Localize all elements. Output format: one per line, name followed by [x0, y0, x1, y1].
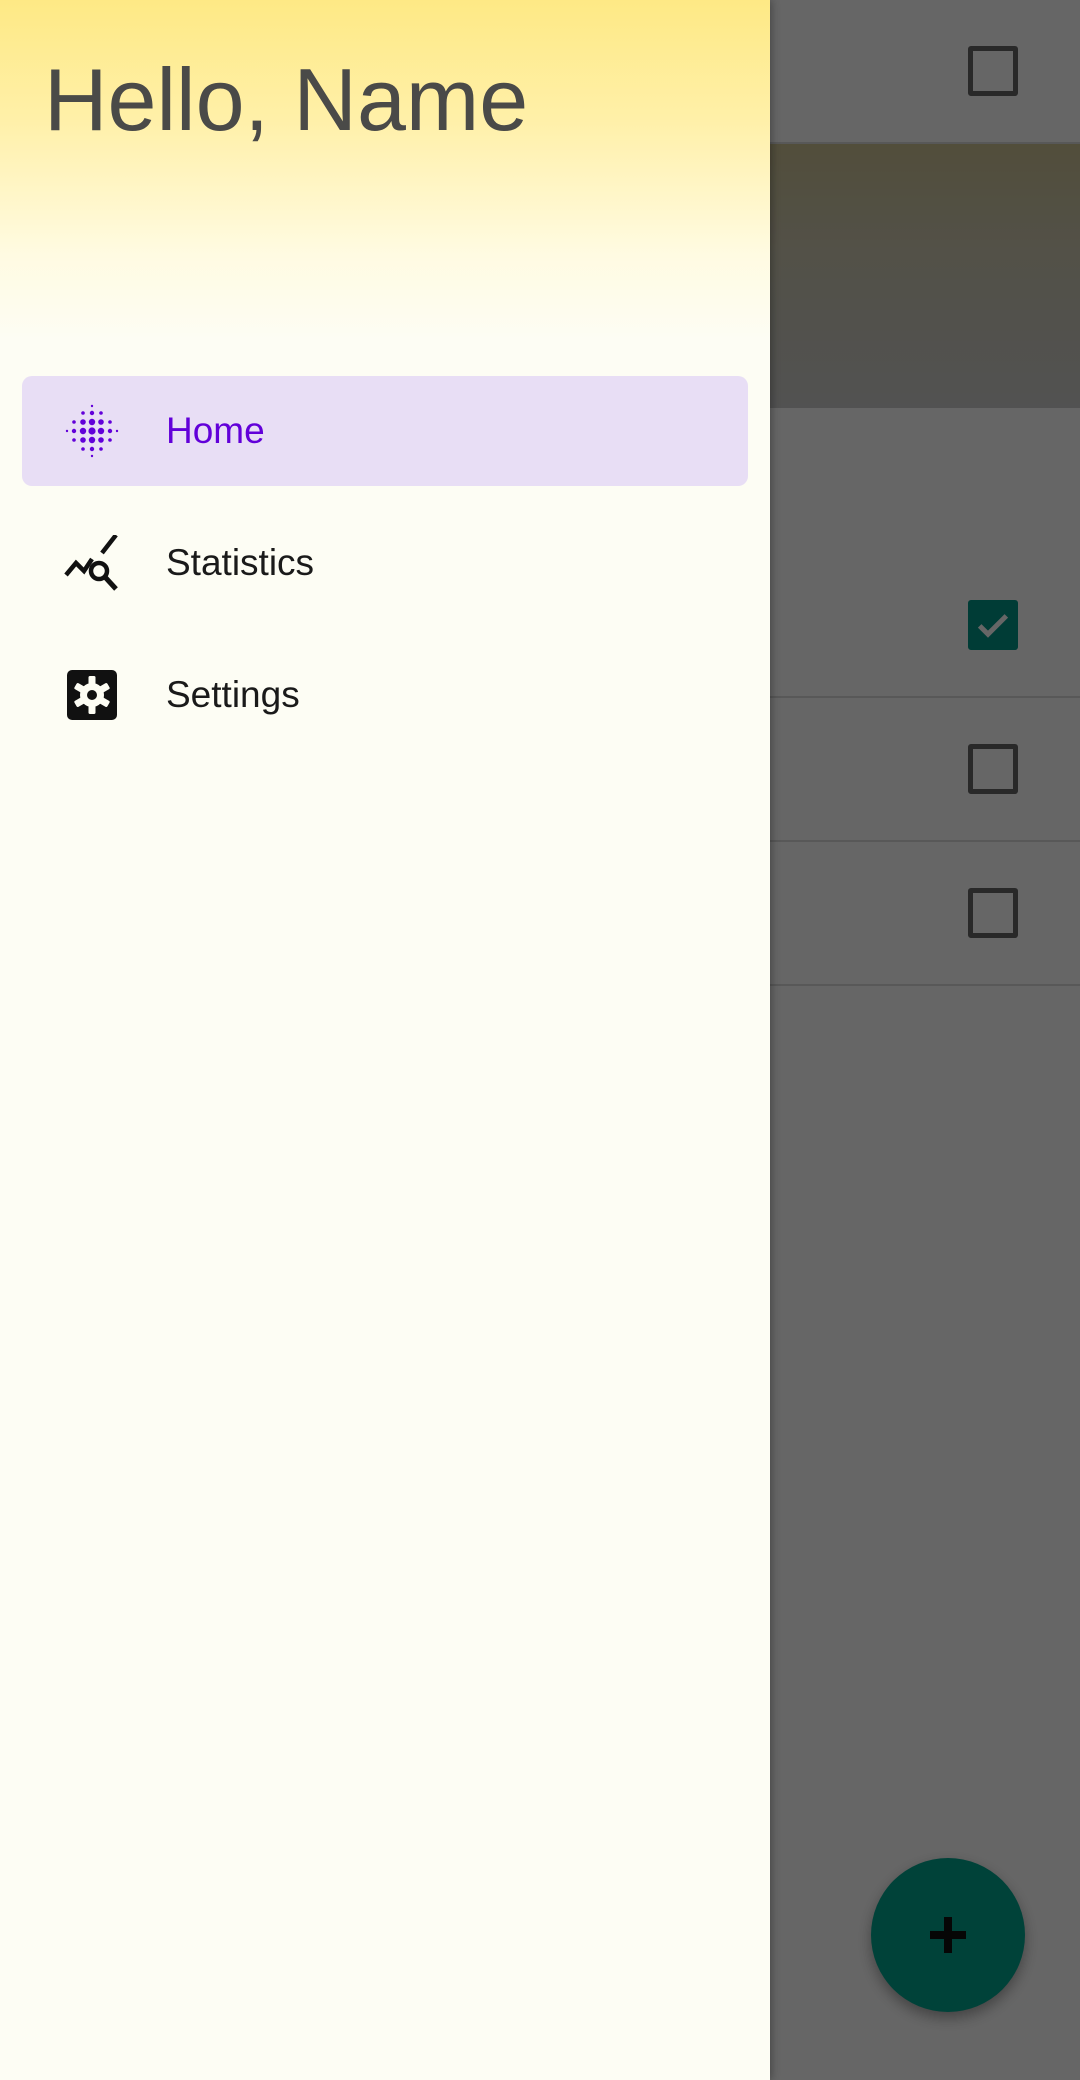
drawer-greeting: Hello, Name	[44, 50, 529, 149]
nav-item-label: Home	[166, 410, 265, 451]
drawer-header: Hello, Name	[0, 0, 770, 340]
nav-item-label: Settings	[166, 674, 300, 715]
nav-item-home[interactable]: Home	[22, 376, 748, 486]
navigation-drawer: Hello, Name Home Statistics Settings	[0, 0, 770, 2080]
chart-search-icon	[64, 535, 118, 591]
nav-item-statistics[interactable]: Statistics	[22, 508, 748, 618]
home-dots-icon	[65, 404, 119, 458]
gear-icon	[67, 670, 117, 720]
nav-item-label: Statistics	[166, 542, 315, 583]
nav-item-settings[interactable]: Settings	[22, 640, 748, 750]
